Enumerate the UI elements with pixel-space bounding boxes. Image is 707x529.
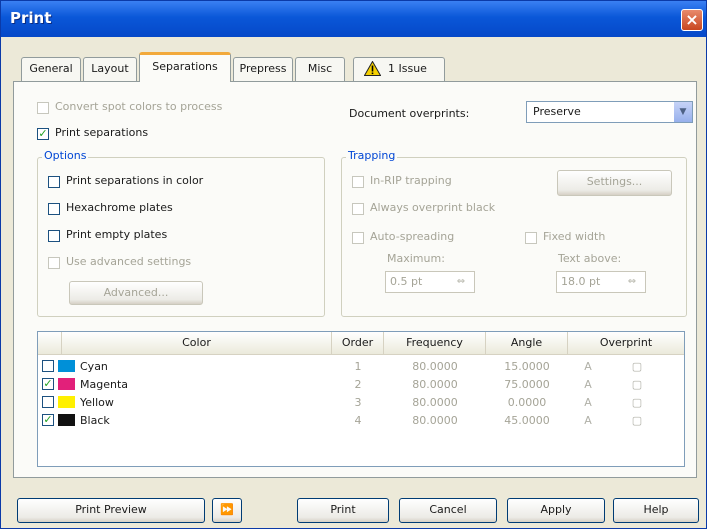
column-header-frequency[interactable]: Frequency bbox=[384, 332, 486, 354]
cancel-button[interactable]: Cancel bbox=[399, 498, 497, 523]
color-swatch bbox=[58, 414, 75, 426]
fixed-width-checkbox[interactable] bbox=[525, 232, 537, 244]
convert-spot-label: Convert spot colors to process bbox=[55, 100, 223, 113]
tab-layout[interactable]: Layout bbox=[83, 57, 137, 81]
overprint-text-icon[interactable]: A bbox=[579, 358, 597, 375]
plate-angle: 45.0000 bbox=[504, 414, 550, 427]
options-legend: Options bbox=[42, 149, 89, 162]
document-overprints-select[interactable]: Preserve ▼ bbox=[526, 101, 693, 123]
in-rip-trapping-label: In-RIP trapping bbox=[370, 174, 452, 187]
print-button[interactable]: Print bbox=[297, 498, 389, 523]
warning-icon bbox=[364, 61, 381, 76]
document-overprints-label: Document overprints: bbox=[349, 107, 470, 120]
print-empty-plates-label: Print empty plates bbox=[66, 228, 168, 241]
table-row[interactable]: ✓ Magenta 2 80.0000 75.0000 A ▢ bbox=[38, 376, 684, 393]
use-advanced-checkbox[interactable] bbox=[48, 257, 60, 269]
advanced-button[interactable]: Advanced... bbox=[69, 281, 203, 305]
print-dialog: Print × General Layout Separations Prepr… bbox=[0, 0, 707, 529]
text-above-input[interactable]: 18.0 pt ⇔ bbox=[556, 271, 646, 293]
print-in-color-label: Print separations in color bbox=[66, 174, 204, 187]
plate-name: Yellow bbox=[80, 396, 114, 409]
title-bar[interactable]: Print × bbox=[1, 1, 706, 37]
fixed-width-label: Fixed width bbox=[543, 230, 606, 243]
print-preview-button[interactable]: Print Preview bbox=[17, 498, 205, 523]
plate-angle: 15.0000 bbox=[504, 360, 550, 373]
text-above-label: Text above: bbox=[558, 252, 622, 265]
plate-frequency: 80.0000 bbox=[412, 396, 458, 409]
trapping-legend: Trapping bbox=[346, 149, 398, 162]
chevron-down-icon[interactable]: ▼ bbox=[674, 102, 692, 122]
plate-frequency: 80.0000 bbox=[412, 378, 458, 391]
overprint-text-icon[interactable]: A bbox=[579, 394, 597, 411]
spin-arrows-icon[interactable]: ⇔ bbox=[451, 275, 471, 288]
plate-order: 4 bbox=[354, 414, 362, 427]
print-separations-label: Print separations bbox=[55, 126, 149, 139]
tab-separations[interactable]: Separations bbox=[139, 52, 231, 82]
plate-angle: 75.0000 bbox=[504, 378, 550, 391]
close-icon: × bbox=[685, 10, 699, 29]
fast-forward-icon: ⏩ bbox=[220, 503, 234, 516]
auto-spreading-checkbox[interactable] bbox=[352, 232, 364, 244]
print-in-color-checkbox[interactable] bbox=[48, 176, 60, 188]
plate-order: 3 bbox=[354, 396, 362, 409]
overprint-graphics-icon[interactable]: ▢ bbox=[628, 376, 646, 393]
table-row[interactable]: Cyan 1 80.0000 15.0000 A ▢ bbox=[38, 358, 684, 375]
in-rip-trapping-checkbox[interactable] bbox=[352, 176, 364, 188]
maximum-label: Maximum: bbox=[387, 252, 445, 265]
table-row[interactable]: Yellow 3 80.0000 0.0000 A ▢ bbox=[38, 394, 684, 411]
print-separations-checkbox[interactable]: ✓ bbox=[37, 128, 49, 140]
tab-prepress[interactable]: Prepress bbox=[233, 57, 293, 81]
tab-issues[interactable]: 1 Issue bbox=[353, 57, 445, 81]
plate-frequency: 80.0000 bbox=[412, 414, 458, 427]
table-header: Color Order Frequency Angle Overprint bbox=[38, 332, 684, 355]
column-header-order[interactable]: Order bbox=[332, 332, 384, 354]
use-advanced-label: Use advanced settings bbox=[66, 255, 192, 268]
column-header-color[interactable]: Color bbox=[62, 332, 332, 354]
overprint-text-icon[interactable]: A bbox=[579, 376, 597, 393]
tab-misc[interactable]: Misc bbox=[295, 57, 345, 81]
plate-order: 1 bbox=[354, 360, 362, 373]
plate-name: Cyan bbox=[80, 360, 108, 373]
plate-order: 2 bbox=[354, 378, 362, 391]
tab-general[interactable]: General bbox=[21, 57, 81, 81]
color-swatch bbox=[58, 378, 75, 390]
help-button[interactable]: Help bbox=[613, 498, 699, 523]
convert-spot-checkbox[interactable] bbox=[37, 102, 49, 114]
plate-name: Magenta bbox=[80, 378, 129, 391]
apply-button[interactable]: Apply bbox=[507, 498, 605, 523]
plate-angle: 0.0000 bbox=[507, 396, 547, 409]
overprint-graphics-icon[interactable]: ▢ bbox=[628, 412, 646, 429]
maximum-input[interactable]: 0.5 pt ⇔ bbox=[385, 271, 475, 293]
overprint-text-icon[interactable]: A bbox=[579, 412, 597, 429]
auto-spreading-label: Auto-spreading bbox=[370, 230, 455, 243]
always-overprint-black-checkbox[interactable] bbox=[352, 203, 364, 215]
plate-checkbox[interactable]: ✓ bbox=[42, 414, 54, 426]
close-button[interactable]: × bbox=[681, 9, 703, 31]
column-header-angle[interactable]: Angle bbox=[486, 332, 568, 354]
color-swatch bbox=[58, 396, 75, 408]
hexachrome-label: Hexachrome plates bbox=[66, 201, 173, 214]
window-title: Print bbox=[10, 9, 52, 27]
overprint-graphics-icon[interactable]: ▢ bbox=[628, 394, 646, 411]
expand-preview-button[interactable]: ⏩ bbox=[212, 498, 242, 523]
plate-frequency: 80.0000 bbox=[412, 360, 458, 373]
spin-arrows-icon[interactable]: ⇔ bbox=[622, 275, 642, 288]
overprint-graphics-icon[interactable]: ▢ bbox=[628, 358, 646, 375]
table-row[interactable]: ✓ Black 4 80.0000 45.0000 A ▢ bbox=[38, 412, 684, 429]
always-overprint-black-label: Always overprint black bbox=[370, 201, 496, 214]
plate-name: Black bbox=[80, 414, 110, 427]
plate-checkbox[interactable]: ✓ bbox=[42, 378, 54, 390]
hexachrome-checkbox[interactable] bbox=[48, 203, 60, 215]
print-empty-plates-checkbox[interactable] bbox=[48, 230, 60, 242]
color-swatch bbox=[58, 360, 75, 372]
table-header-check[interactable] bbox=[38, 332, 62, 354]
plate-checkbox[interactable] bbox=[42, 396, 54, 408]
trapping-settings-button[interactable]: Settings... bbox=[557, 170, 672, 196]
column-header-overprint[interactable]: Overprint bbox=[568, 332, 684, 354]
plate-checkbox[interactable] bbox=[42, 360, 54, 372]
color-plates-table[interactable]: Color Order Frequency Angle Overprint Cy… bbox=[37, 331, 685, 467]
